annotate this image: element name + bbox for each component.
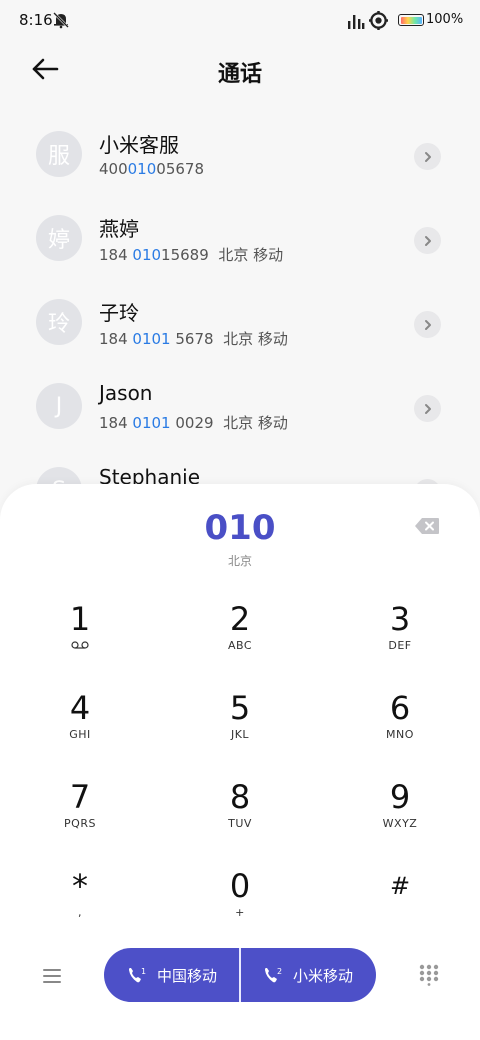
key-digit: 9 — [389, 778, 411, 816]
battery-percent: 100% — [426, 12, 464, 27]
phone-sim1-icon: 1 — [128, 967, 146, 983]
key-digit: 4 — [69, 689, 91, 727]
contact-name: 小米客服 — [99, 133, 179, 157]
bell-off-icon — [53, 12, 69, 29]
contact-row[interactable]: 玲 子玲 184 0101 5678 北京 移动 — [0, 291, 480, 375]
chevron-right-icon — [424, 235, 431, 246]
number-location: 北京 移动 — [223, 330, 288, 348]
number-match: 0101 — [132, 330, 171, 348]
chevron-right-icon — [424, 151, 431, 162]
record-ring-icon — [369, 11, 388, 30]
number-prefix: 184 — [99, 414, 133, 432]
sim1-label: 中国移动 — [156, 966, 217, 985]
dial-key-1[interactable]: 1 — [20, 601, 140, 681]
number-location: 北京 移动 — [218, 246, 284, 264]
number-suffix: 15689 — [161, 246, 209, 264]
call-sim1-button[interactable]: 1 中国移动 — [104, 948, 240, 1002]
dial-key-8[interactable]: 8 TUV — [180, 779, 300, 859]
contact-detail-button[interactable] — [414, 227, 441, 254]
dial-key-3[interactable]: 3 DEF — [340, 601, 460, 681]
dial-key-0[interactable]: 0 + — [180, 868, 300, 948]
contact-row[interactable]: J Jason 184 0101 0029 北京 移动 — [0, 375, 480, 459]
contact-detail-button[interactable] — [414, 311, 441, 338]
dial-key-hash[interactable]: # — [340, 868, 460, 948]
key-digit: 3 — [389, 600, 411, 638]
number-suffix: 0029 — [170, 414, 214, 432]
key-letters: + — [235, 906, 245, 919]
contact-detail-button[interactable] — [414, 395, 441, 422]
status-bar: 8:16 100% — [0, 0, 480, 42]
sim2-label: 小米移动 — [292, 966, 353, 985]
key-letters: WXYZ — [382, 817, 418, 830]
key-letters: JKL — [230, 728, 250, 741]
number-prefix: 184 — [99, 330, 133, 348]
dual-sim-call-buttons: 1 中国移动 2 小米移动 — [104, 948, 376, 1002]
number-prefix: 400 — [99, 160, 128, 178]
contact-detail-button[interactable] — [414, 143, 441, 170]
key-digit: 1 — [69, 600, 91, 638]
contact-name: 子玲 — [99, 301, 139, 325]
dial-key-7[interactable]: 7 PQRS — [20, 779, 140, 859]
dialed-number: 010 — [204, 508, 276, 548]
sim-badge: 1 — [141, 967, 146, 976]
number-match: 010 — [127, 160, 157, 178]
chevron-right-icon — [424, 403, 431, 414]
page-title: 通话 — [217, 62, 262, 87]
key-letters: ABC — [227, 639, 253, 652]
contact-row[interactable]: 婷 燕婷 184 01015689 北京 移动 — [0, 207, 480, 291]
dialpad-grid-icon[interactable] — [419, 964, 439, 986]
dial-key-2[interactable]: 2 ABC — [180, 601, 300, 681]
number-prefix: 184 — [99, 246, 133, 264]
avatar: 玲 — [36, 299, 82, 345]
call-sim2-button[interactable]: 2 小米移动 — [240, 948, 376, 1002]
dial-key-4[interactable]: 4 GHI — [20, 690, 140, 770]
number-suffix: 5678 — [170, 330, 214, 348]
key-digit: * — [72, 867, 88, 905]
number-match: 0101 — [132, 414, 171, 432]
dial-key-9[interactable]: 9 WXYZ — [340, 779, 460, 859]
sim-badge: 2 — [277, 967, 282, 976]
phone-sim2-icon: 2 — [264, 967, 282, 983]
key-digit: 0 — [229, 867, 251, 905]
avatar: 婷 — [36, 215, 82, 261]
key-letters: PQRS — [64, 817, 96, 830]
contact-number: 40001005678 — [99, 160, 204, 178]
menu-icon[interactable] — [42, 968, 62, 984]
key-letters: TUV — [228, 817, 252, 830]
backspace-icon[interactable] — [414, 517, 440, 535]
battery-icon — [398, 14, 424, 26]
key-letters: GHI — [69, 728, 91, 741]
contact-name: Jason — [99, 381, 153, 405]
dial-key-6[interactable]: 6 MNO — [340, 690, 460, 770]
contact-number: 184 01015689 北京 移动 — [99, 244, 283, 265]
key-digit: 5 — [229, 689, 251, 727]
key-digit: 6 — [389, 689, 411, 727]
contact-number: 184 0101 0029 北京 移动 — [99, 412, 288, 433]
dialpad-sheet: 010 北京 1 2 ABC 3 DEF 4 GHI 5 JKL 6 MNO 7… — [0, 484, 480, 1040]
number-match: 010 — [132, 246, 162, 264]
dialed-location: 北京 — [227, 554, 252, 568]
status-time: 8:16 — [19, 11, 53, 29]
key-letters: MNO — [386, 728, 414, 741]
chevron-right-icon — [424, 319, 431, 330]
key-letters: , — [78, 906, 82, 919]
voicemail-icon — [71, 641, 89, 649]
key-letters: DEF — [388, 639, 412, 652]
signal-icon — [348, 15, 365, 29]
dial-key-star[interactable]: * , — [20, 868, 140, 948]
dial-key-5[interactable]: 5 JKL — [180, 690, 300, 770]
key-digit: 8 — [229, 778, 251, 816]
key-digit: 2 — [229, 600, 251, 638]
avatar: 服 — [36, 131, 82, 177]
contact-row[interactable]: 服 小米客服 40001005678 — [0, 123, 480, 207]
contact-name: 燕婷 — [99, 217, 139, 241]
key-digit: # — [389, 872, 411, 900]
number-location: 北京 移动 — [223, 414, 288, 432]
number-suffix: 05678 — [156, 160, 204, 178]
key-digit: 7 — [69, 778, 91, 816]
avatar: J — [36, 383, 82, 429]
contact-number: 184 0101 5678 北京 移动 — [99, 328, 288, 349]
